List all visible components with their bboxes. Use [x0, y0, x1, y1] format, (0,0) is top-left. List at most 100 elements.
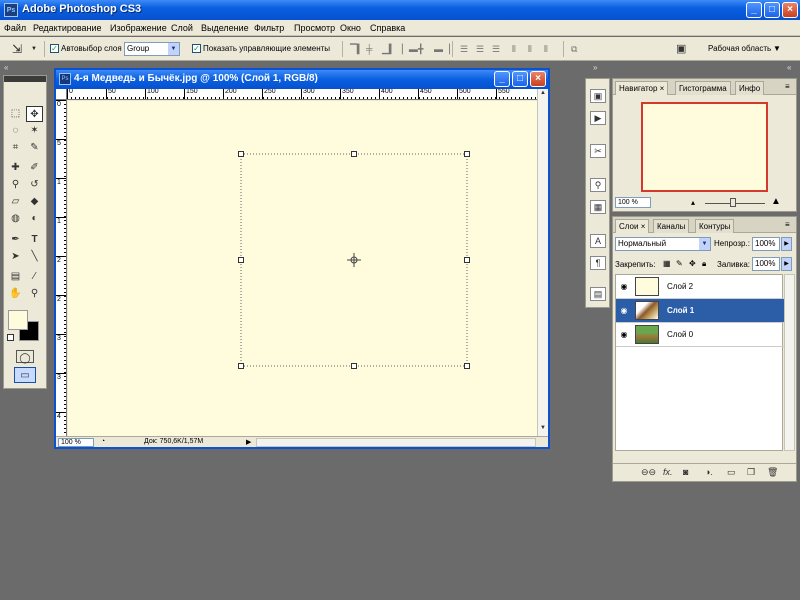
align-top-icon[interactable]: ▔▍: [350, 44, 364, 54]
menu-layer[interactable]: Слой: [171, 23, 193, 33]
tab-close-icon[interactable]: ×: [641, 222, 646, 231]
scroll-up-icon[interactable]: ▲: [539, 90, 547, 98]
fill-arrow-icon[interactable]: ▶: [781, 257, 792, 271]
move-tool-icon[interactable]: ✥: [26, 106, 43, 122]
move-tool-icon[interactable]: ⇲: [12, 43, 23, 55]
lock-position-icon[interactable]: ✥: [689, 259, 696, 268]
visibility-eye-icon[interactable]: ◉: [618, 305, 630, 317]
auto-select-checkbox[interactable]: ✓: [50, 44, 59, 53]
tab-navigator[interactable]: Навигатор ×: [615, 81, 669, 95]
eraser-tool-icon[interactable]: ▱: [7, 194, 24, 210]
distribute-right-icon[interactable]: ⫴: [544, 44, 555, 54]
ruler-origin[interactable]: [56, 89, 67, 100]
history-brush-tool-icon[interactable]: ↺: [26, 177, 43, 193]
zoom-in-icon[interactable]: ▲: [771, 196, 781, 207]
show-controls-checkbox[interactable]: ✓: [192, 44, 201, 53]
doc-zoom-field[interactable]: 100 %: [58, 438, 94, 447]
distribute-bottom-icon[interactable]: ☰: [492, 44, 503, 54]
new-layer-icon[interactable]: ❐: [747, 467, 755, 478]
marquee-tool-icon[interactable]: ⬚: [7, 106, 24, 122]
doc-maximize-button[interactable]: □: [512, 71, 528, 87]
menu-window[interactable]: Окно: [340, 23, 361, 33]
healing-brush-tool-icon[interactable]: ✚: [7, 160, 24, 176]
align-right-icon[interactable]: ▬▕: [434, 44, 450, 54]
layer-row-selected[interactable]: ◉ Слой 1: [616, 299, 784, 323]
menu-edit[interactable]: Редактирование: [33, 23, 102, 33]
zoom-out-icon[interactable]: ▴: [691, 198, 695, 207]
menu-image[interactable]: Изображение: [110, 23, 167, 33]
auto-align-layers-icon[interactable]: ⧉: [571, 44, 582, 54]
paint-bucket-tool-icon[interactable]: ◆: [26, 194, 43, 210]
menu-file[interactable]: Файл: [4, 23, 26, 33]
screen-mode-icon[interactable]: ▭: [14, 367, 36, 383]
clone-source-icon[interactable]: ⚲: [590, 178, 606, 192]
lock-all-icon[interactable]: 🔒︎: [702, 259, 706, 269]
menu-filter[interactable]: Фильтр: [254, 23, 284, 33]
new-group-icon[interactable]: ▭: [727, 467, 736, 478]
quick-mask-icon[interactable]: ◯: [16, 350, 34, 364]
layer-style-fx-icon[interactable]: fx.: [663, 467, 673, 477]
tab-layers[interactable]: Слои ×: [615, 219, 650, 233]
paragraph-panel-icon[interactable]: ¶: [590, 256, 606, 270]
distribute-vcenter-icon[interactable]: ☰: [476, 44, 487, 54]
layer-comps-icon[interactable]: ▤: [590, 287, 606, 301]
type-tool-icon[interactable]: T: [26, 232, 43, 248]
link-layers-icon[interactable]: ⊖⊖: [641, 467, 656, 478]
slice-tool-icon[interactable]: ✎: [26, 140, 43, 156]
navigator-zoom-field[interactable]: 100 %: [615, 197, 651, 208]
maximize-button[interactable]: □: [764, 2, 780, 18]
pen-tool-icon[interactable]: ✒: [7, 232, 24, 248]
vertical-scrollbar[interactable]: ▲ ▼: [537, 89, 548, 436]
menu-view[interactable]: Просмотр: [294, 23, 335, 33]
tool-preset-chevron-down-icon[interactable]: ▼: [31, 44, 42, 54]
distribute-hcenter-icon[interactable]: ⫴: [528, 44, 539, 54]
tab-channels[interactable]: Каналы: [653, 219, 690, 233]
default-colors-icon[interactable]: [7, 334, 14, 341]
menu-select[interactable]: Выделение: [201, 23, 249, 33]
delete-layer-icon[interactable]: 🗑︎: [767, 467, 778, 478]
tool-presets-icon[interactable]: ✂: [590, 144, 606, 158]
layer-mask-icon[interactable]: ◙: [683, 467, 688, 477]
horizontal-ruler[interactable]: 0 50 100 150 200 250 300 350 400 450 500 550: [67, 89, 537, 100]
workspace-chevron-down-icon[interactable]: ▼: [773, 44, 784, 54]
navigator-preview[interactable]: [641, 102, 768, 192]
auto-select-dropdown[interactable]: Group ▼: [124, 42, 180, 56]
blur-tool-icon[interactable]: ◍: [7, 211, 24, 227]
panel-menu-icon[interactable]: ≡: [785, 82, 790, 91]
vertical-ruler[interactable]: 0511223344: [56, 100, 67, 436]
brush-tool-icon[interactable]: ✐: [26, 160, 43, 176]
blend-mode-dropdown[interactable]: Нормальный ▼: [615, 237, 711, 251]
lock-pixels-icon[interactable]: ✎: [676, 259, 683, 268]
opacity-arrow-icon[interactable]: ▶: [781, 237, 792, 251]
foreground-color-swatch[interactable]: [8, 310, 28, 330]
lasso-tool-icon[interactable]: ◌: [7, 123, 24, 139]
status-menu-arrow-icon[interactable]: ▶: [246, 438, 251, 446]
collapse-chevron-icon[interactable]: »: [593, 63, 597, 72]
doc-minimize-button[interactable]: _: [494, 71, 510, 87]
magic-wand-tool-icon[interactable]: ✶: [26, 123, 43, 139]
transform-bounding-box[interactable]: [68, 101, 537, 436]
tab-info[interactable]: Инфо: [735, 81, 765, 95]
panel-menu-icon[interactable]: ≡: [785, 220, 790, 229]
tab-close-icon[interactable]: ×: [660, 84, 665, 93]
crop-tool-icon[interactable]: ⌗: [7, 140, 24, 156]
status-options-icon[interactable]: ◔: [98, 438, 108, 447]
distribute-top-icon[interactable]: ☰: [460, 44, 471, 54]
distribute-left-icon[interactable]: ⫴: [512, 44, 523, 54]
path-selection-tool-icon[interactable]: ➤: [7, 249, 24, 265]
layer-row[interactable]: ◉ Слой 2: [616, 275, 784, 299]
expand-chevron-icon[interactable]: «: [787, 63, 791, 72]
eyedropper-tool-icon[interactable]: ⁄: [26, 269, 43, 285]
tab-paths[interactable]: Контуры: [695, 219, 735, 233]
brushes-panel-icon[interactable]: ▦: [590, 200, 606, 214]
workspace-icon[interactable]: ▣: [676, 44, 687, 55]
visibility-eye-icon[interactable]: ◉: [618, 281, 630, 293]
visibility-eye-icon[interactable]: ◉: [618, 329, 630, 341]
line-tool-icon[interactable]: ╲: [26, 249, 43, 265]
actions-panel-icon[interactable]: ▶: [590, 111, 606, 125]
clone-stamp-tool-icon[interactable]: ⚲: [7, 177, 24, 193]
lock-transparent-icon[interactable]: ▦: [663, 259, 671, 268]
scroll-down-icon[interactable]: ▼: [539, 425, 547, 433]
align-left-icon[interactable]: ▏▬: [402, 44, 418, 54]
fill-field[interactable]: 100%: [752, 257, 780, 271]
